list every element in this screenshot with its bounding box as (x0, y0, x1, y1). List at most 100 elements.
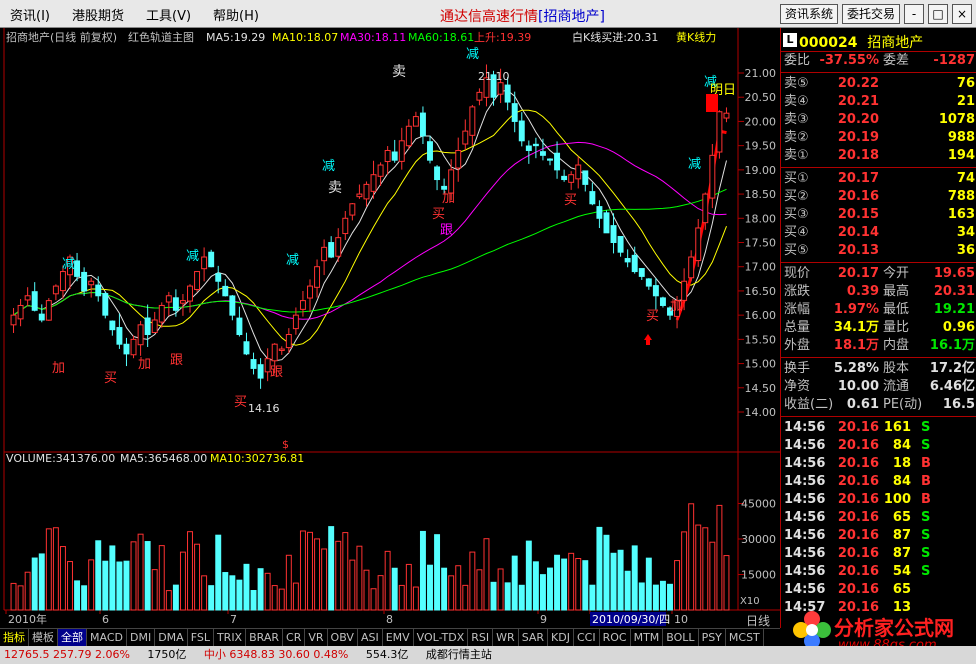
volume-bar (709, 541, 716, 611)
tab-emv[interactable]: EMV (383, 629, 414, 646)
tab-brar[interactable]: BRAR (246, 629, 284, 646)
buy-order-row[interactable]: 买④ 20.14 34 (781, 224, 976, 242)
stat-value: 19.21 (933, 302, 975, 317)
candle-body (497, 82, 504, 95)
tab-模板[interactable]: 模板 (29, 629, 58, 646)
tab-fsl[interactable]: FSL (188, 629, 214, 646)
volume-tick-label: 15000 (741, 569, 776, 582)
logo-text: 分析家公式网 (834, 616, 954, 640)
volume-bar (363, 569, 370, 611)
tab-mtm[interactable]: MTM (631, 629, 664, 646)
chart-canvas[interactable]: 招商地产(日线 前复权) 红色轨道主图 MA5:19.29 MA10:18.07… (0, 28, 780, 628)
sell-order-row[interactable]: 卖② 20.19 988 (781, 129, 976, 147)
maximize-button[interactable]: □ (928, 4, 948, 24)
volume-bar (349, 559, 356, 611)
buy-order-row[interactable]: 买③ 20.15 163 (781, 206, 976, 224)
tab-指标[interactable]: 指标 (0, 629, 29, 646)
price-tick-label: 17.00 (745, 261, 777, 274)
kline-chart[interactable]: 招商地产(日线 前复权) 红色轨道主图 MA5:19.29 MA10:18.07… (0, 28, 780, 628)
reduce-mark: 减 (688, 157, 701, 172)
tab-kdj[interactable]: KDJ (548, 629, 574, 646)
volume-bar (483, 538, 490, 611)
volume-bar (321, 548, 328, 611)
candle-body (412, 116, 419, 127)
order-volume: 194 (947, 148, 975, 163)
candle-body (398, 140, 405, 162)
price-tick-label: 18.50 (745, 188, 777, 201)
tab-boll[interactable]: BOLL (663, 629, 699, 646)
volume-bar (88, 559, 95, 611)
tab-全部[interactable]: 全部 (58, 629, 87, 646)
order-label: 卖② (784, 130, 809, 145)
candle-body (215, 273, 222, 282)
trade-button[interactable]: 委托交易 (841, 4, 900, 24)
tab-wr[interactable]: WR (493, 629, 519, 646)
tab-dma[interactable]: DMA (155, 629, 188, 646)
volume-bar (194, 543, 201, 611)
volume-bar (405, 563, 412, 611)
volume-bar (568, 552, 575, 611)
volume-bar (511, 555, 518, 611)
tab-mcst[interactable]: MCST (726, 629, 764, 646)
tab-psy[interactable]: PSY (699, 629, 726, 646)
menu-tools[interactable]: 工具(V) (142, 5, 195, 24)
volume-tick-label: 45000 (741, 498, 776, 511)
candle-body (250, 359, 257, 369)
app-title-stock: [招商地产] (538, 9, 605, 25)
tick-row: 14:56 20.16 65 S (781, 509, 976, 527)
tab-obv[interactable]: OBV (328, 629, 358, 646)
tab-cr[interactable]: CR (283, 629, 306, 646)
tab-vr[interactable]: VR (305, 629, 328, 646)
price-tick-label: 14.50 (745, 382, 777, 395)
tick-time: 14:56 (784, 564, 826, 579)
volume-bar (652, 584, 659, 611)
tab-trix[interactable]: TRIX (214, 629, 247, 646)
fundamentals-block: 换手 5.28% 股本 17.2亿 净资 10.00 流通 6.46亿 收益(二) 0.61 PE(… (781, 360, 976, 414)
volume-bar (130, 541, 137, 611)
volume-bar (525, 540, 532, 611)
tick-list[interactable]: 14:56 20.16 161 S 14:56 20.16 84 S 14:56 20.16 18 B… (781, 419, 976, 617)
period-tab[interactable]: 日线 (746, 612, 770, 629)
close-button[interactable]: × (952, 4, 972, 24)
stat-row: 净资 10.00 流通 6.46亿 (781, 378, 976, 396)
volume-bar (391, 567, 398, 611)
volume-bar (695, 524, 702, 611)
minimize-button[interactable]: - (904, 4, 924, 24)
tab-macd[interactable]: MACD (87, 629, 127, 646)
candle-body (74, 260, 81, 277)
info-system-button[interactable]: 资讯系统 (779, 4, 838, 24)
tab-roc[interactable]: ROC (600, 629, 631, 646)
buy-order-row[interactable]: 买① 20.17 74 (781, 170, 976, 188)
tick-volume: 84 (892, 438, 911, 453)
tab-cci[interactable]: CCI (574, 629, 600, 646)
stat-value: 18.1万 (833, 338, 879, 353)
buy-order-row[interactable]: 买② 20.16 788 (781, 188, 976, 206)
tab-vol-tdx[interactable]: VOL-TDX (414, 629, 469, 646)
volume-bar (377, 575, 384, 611)
tab-dmi[interactable]: DMI (127, 629, 156, 646)
candle-body (31, 291, 38, 311)
tick-volume: 18 (892, 456, 911, 471)
menu-help[interactable]: 帮助(H) (209, 5, 263, 24)
tick-row: 14:56 20.16 84 S (781, 437, 976, 455)
sell-order-row[interactable]: 卖③ 20.20 1078 (781, 111, 976, 129)
tick-side: S (921, 546, 931, 561)
tab-sar[interactable]: SAR (519, 629, 549, 646)
tick-row: 14:56 20.16 100 B (781, 491, 976, 509)
stat-value: 6.46亿 (929, 379, 975, 394)
tick-volume: 87 (892, 528, 911, 543)
buy-order-row[interactable]: 买⑤ 20.13 36 (781, 242, 976, 260)
candle-body (45, 300, 52, 321)
app-title-text: 通达信高速行情 (440, 9, 538, 25)
stock-code: 000024 (799, 35, 858, 51)
menu-info[interactable]: 资讯(I) (6, 5, 54, 24)
sell-order-row[interactable]: 卖① 20.18 194 (781, 147, 976, 165)
menu-hk-futures[interactable]: 港股期货 (68, 5, 128, 24)
order-label: 买② (784, 189, 809, 204)
sell-order-row[interactable]: 卖⑤ 20.22 76 (781, 75, 976, 93)
candle-body (434, 166, 441, 181)
tab-rsi[interactable]: RSI (468, 629, 494, 646)
tab-asi[interactable]: ASI (358, 629, 383, 646)
volume-bar (116, 561, 123, 611)
sell-order-row[interactable]: 卖④ 20.21 21 (781, 93, 976, 111)
